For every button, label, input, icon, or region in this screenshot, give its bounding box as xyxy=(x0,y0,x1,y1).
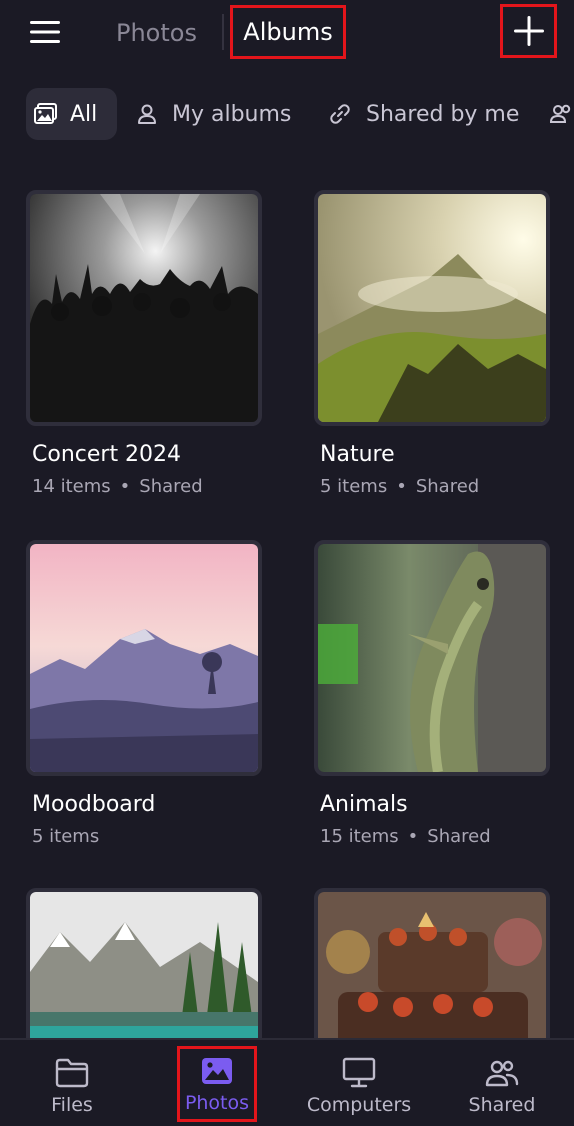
album-count: 14 items xyxy=(32,476,111,497)
hamburger-menu-icon[interactable] xyxy=(26,14,64,50)
nav-computers-label: Computers xyxy=(306,1094,412,1116)
albums-screen: Photos Albums All My albums Shared by me… xyxy=(0,0,574,1126)
filter-shared-by-me[interactable]: Shared by me xyxy=(328,88,519,140)
album-thumbnail xyxy=(26,540,262,776)
filter-my-albums-label: My albums xyxy=(172,101,292,127)
album-title: Concert 2024 xyxy=(32,442,182,467)
link-icon xyxy=(328,102,352,126)
album-filter-bar: All My albums Shared by me xyxy=(0,88,574,142)
add-album-button[interactable] xyxy=(500,4,557,58)
nav-shared-label: Shared xyxy=(468,1094,536,1116)
filter-shared-with-me[interactable] xyxy=(550,88,574,140)
album-status: Shared xyxy=(139,476,203,497)
filter-shared-by-me-label: Shared by me xyxy=(366,101,520,127)
nav-shared[interactable]: Shared xyxy=(452,1040,552,1126)
nav-files-label: Files xyxy=(51,1094,93,1116)
filter-all[interactable]: All xyxy=(26,88,117,140)
separator-dot: • xyxy=(407,826,419,847)
tab-albums[interactable]: Albums xyxy=(230,5,346,59)
nav-files[interactable]: Files xyxy=(22,1040,122,1126)
album-meta: 14 items • Shared xyxy=(32,476,203,497)
album-thumbnail xyxy=(314,190,550,426)
nav-photos[interactable]: Photos xyxy=(177,1046,257,1122)
tab-divider xyxy=(222,14,224,50)
photo-icon xyxy=(199,1054,235,1088)
tab-photos[interactable]: Photos xyxy=(116,14,197,52)
album-title: Moodboard xyxy=(32,792,156,817)
nav-computers[interactable]: Computers xyxy=(306,1040,412,1126)
album-status: Shared xyxy=(415,476,480,497)
monitor-icon xyxy=(341,1056,377,1090)
album-thumbnail xyxy=(26,190,262,426)
album-count: 15 items xyxy=(320,826,399,847)
people-icon xyxy=(484,1056,520,1090)
separator-dot: • xyxy=(396,476,407,497)
album-meta: 5 items • Shared xyxy=(320,476,479,497)
person-icon xyxy=(136,103,158,125)
album-title: Nature xyxy=(320,442,395,467)
album-title: Animals xyxy=(320,792,408,817)
image-icon xyxy=(34,103,58,125)
nav-photos-label: Photos xyxy=(184,1092,250,1114)
people-icon xyxy=(550,103,574,125)
album-meta: 5 items xyxy=(32,826,99,847)
folder-icon xyxy=(54,1056,90,1090)
filter-my-albums[interactable]: My albums xyxy=(136,88,291,140)
album-count: 5 items xyxy=(32,826,100,847)
album-count: 5 items xyxy=(320,476,388,497)
album-thumbnail xyxy=(314,540,550,776)
album-meta: 15 items • Shared xyxy=(320,826,491,847)
album-status: Shared xyxy=(427,826,491,847)
separator-dot: • xyxy=(119,476,131,497)
filter-all-label: All xyxy=(70,101,98,127)
plus-icon xyxy=(513,16,544,46)
top-bar: Photos Albums xyxy=(0,0,574,66)
bottom-navigation: Files Photos Computers Shared xyxy=(0,1038,574,1126)
